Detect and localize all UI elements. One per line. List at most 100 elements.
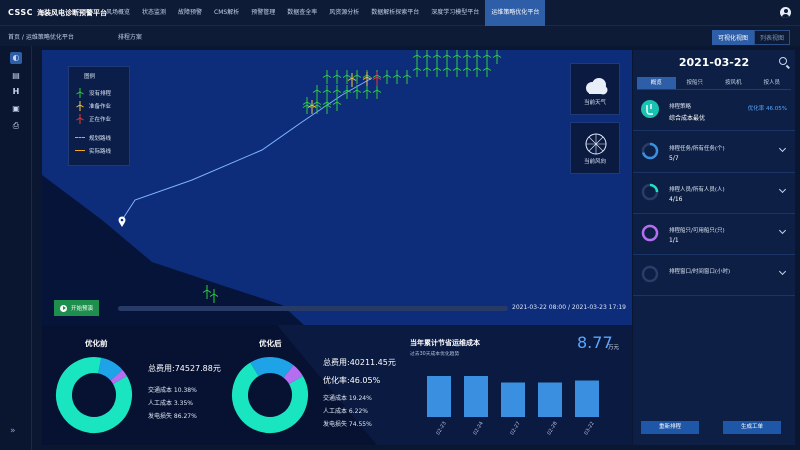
- map-view[interactable]: 图例 没有排程 准备作业 正在作业 规划路线 实际路线 当前天气 当前风向 开始…: [42, 50, 632, 325]
- turbine-icon[interactable]: [312, 85, 322, 99]
- turbine-icon[interactable]: [352, 85, 362, 99]
- user-icon[interactable]: [780, 7, 791, 18]
- tab-by-vessel[interactable]: 按船只: [675, 77, 714, 90]
- turbine-icon[interactable]: [352, 70, 362, 84]
- list-view-button[interactable]: 列表视图: [753, 30, 790, 45]
- turbine-icon[interactable]: [362, 72, 372, 86]
- tab-schedule-plan[interactable]: 排程方案: [118, 32, 142, 41]
- progress-ring-icon: [641, 224, 659, 242]
- tab-by-staff[interactable]: 按人员: [752, 77, 791, 90]
- menu-item[interactable]: 深度学习模型平台: [425, 0, 485, 26]
- summary-item[interactable]: 排程任务/所有任务(个) 5/7: [633, 133, 795, 173]
- weather-card[interactable]: 当前天气: [570, 63, 620, 115]
- after-total: 总费用:40211.45元: [323, 358, 396, 367]
- menu-item[interactable]: 数据解析探索平台: [365, 0, 425, 26]
- bar[interactable]: [464, 376, 488, 417]
- legend-title: 图例: [84, 74, 96, 80]
- turbine-icon[interactable]: [422, 63, 432, 77]
- turbine-icon[interactable]: [422, 50, 432, 64]
- wind-label: 当前风向: [583, 159, 606, 165]
- layers-icon[interactable]: ▤: [10, 70, 22, 82]
- strategy-item[interactable]: 排程策略 综合成本最优 优化率 46.05%: [633, 91, 795, 131]
- turbine-icon[interactable]: [442, 63, 452, 77]
- tab-overview[interactable]: 概览: [637, 77, 676, 90]
- menu-item[interactable]: 预警管理: [245, 0, 281, 26]
- turbine-icon[interactable]: [372, 72, 382, 86]
- menu-item[interactable]: CMS解析: [208, 0, 245, 26]
- turbine-icon[interactable]: [452, 63, 462, 77]
- start-preview-button[interactable]: 开始预演: [54, 300, 100, 316]
- turbine-icon[interactable]: [412, 63, 422, 77]
- before-total: 总费用:74527.88元: [148, 364, 221, 373]
- wind-direction-card[interactable]: 当前风向: [570, 122, 620, 174]
- menu-item[interactable]: 风资源分析: [323, 0, 365, 26]
- chevron-down-icon[interactable]: [778, 185, 787, 194]
- summary-item[interactable]: 排程窗口/时间窗口(小时): [633, 256, 795, 296]
- turbine-icon[interactable]: [372, 85, 382, 99]
- menu-item[interactable]: 状态监测: [136, 0, 172, 26]
- bar[interactable]: [427, 376, 451, 417]
- bar[interactable]: [575, 380, 599, 418]
- strategy-ratio: 优化率 46.05%: [747, 106, 787, 112]
- chevron-down-icon[interactable]: [778, 226, 787, 235]
- turbine-icon[interactable]: [312, 100, 322, 114]
- turbine-icon[interactable]: [432, 50, 442, 64]
- menu-item[interactable]: 数据查全率: [281, 0, 323, 26]
- legend-item-ready: 准备作业: [75, 99, 123, 112]
- turbine-icon[interactable]: [392, 70, 402, 84]
- turbine-icon[interactable]: [462, 63, 472, 77]
- turbine-icon[interactable]: [432, 63, 442, 77]
- visual-view-button[interactable]: 可视化视图: [711, 30, 754, 45]
- menu-item[interactable]: 故障预警: [172, 0, 208, 26]
- turbine-icon[interactable]: [307, 100, 317, 114]
- turbine-icon[interactable]: [482, 63, 492, 77]
- turbine-icon[interactable]: [472, 63, 482, 77]
- turbine-icon[interactable]: [342, 70, 352, 84]
- turbine-icon[interactable]: [382, 70, 392, 84]
- legend-label: 准备作业: [89, 103, 112, 110]
- summary-label: 排程人员/所有人员(人): [669, 187, 725, 193]
- breadcrumb[interactable]: 首页 / 运维策略优化平台: [8, 32, 74, 41]
- height-icon[interactable]: H: [10, 86, 22, 98]
- create-work-order-button[interactable]: 生成工单: [723, 421, 781, 434]
- turbine-red-icon: [76, 113, 84, 124]
- reschedule-button[interactable]: 重新排程: [641, 421, 699, 434]
- summary-item[interactable]: 排程人员/所有人员(人) 4/16: [633, 174, 795, 214]
- turbine-icon[interactable]: [322, 70, 332, 84]
- screenshot-icon[interactable]: ▣: [10, 103, 22, 115]
- left-toolbar: ◐ ▤ H ▣ ⎙ »: [0, 46, 32, 450]
- search-icon[interactable]: [779, 57, 787, 65]
- chevron-down-icon[interactable]: [778, 144, 787, 153]
- legend-item-working: 正在作业: [75, 112, 123, 125]
- turbine-icon[interactable]: [482, 50, 492, 64]
- turbine-icon[interactable]: [472, 50, 482, 64]
- turbine-icon[interactable]: [322, 100, 332, 114]
- turbine-icon[interactable]: [462, 50, 472, 64]
- turbine-icon[interactable]: [302, 100, 312, 114]
- legend-item-actual: 实际路线: [75, 144, 123, 157]
- turbine-icon[interactable]: [452, 50, 462, 64]
- turbine-icon[interactable]: [492, 50, 502, 64]
- menu-item[interactable]: 风场概览: [100, 0, 136, 26]
- compass-icon[interactable]: ◐: [10, 52, 22, 64]
- turbine-icon[interactable]: [342, 85, 352, 99]
- turbine-icon[interactable]: [362, 85, 372, 99]
- schedule-date[interactable]: 2021-03-22: [633, 56, 795, 69]
- turbine-icon[interactable]: [412, 50, 422, 64]
- chevron-down-icon[interactable]: [778, 267, 787, 276]
- tab-by-turbine[interactable]: 按风机: [714, 77, 753, 90]
- turbine-icon[interactable]: [332, 70, 342, 84]
- summary-item[interactable]: 排程船只/可用船只(只) 1/1: [633, 215, 795, 255]
- expand-icon[interactable]: »: [10, 426, 16, 436]
- turbine-icon[interactable]: [347, 73, 357, 87]
- bar[interactable]: [538, 382, 562, 418]
- turbine-icon[interactable]: [332, 97, 342, 111]
- bar[interactable]: [501, 382, 525, 418]
- turbine-icon[interactable]: [322, 85, 332, 99]
- turbine-icon[interactable]: [402, 70, 412, 84]
- print-icon[interactable]: ⎙: [10, 120, 22, 132]
- timeline-slider[interactable]: [118, 306, 508, 311]
- turbine-icon[interactable]: [442, 50, 452, 64]
- brand[interactable]: CSSC 海装风电诊断预警平台: [0, 0, 107, 26]
- menu-item[interactable]: 运维策略优化平台: [485, 0, 546, 26]
